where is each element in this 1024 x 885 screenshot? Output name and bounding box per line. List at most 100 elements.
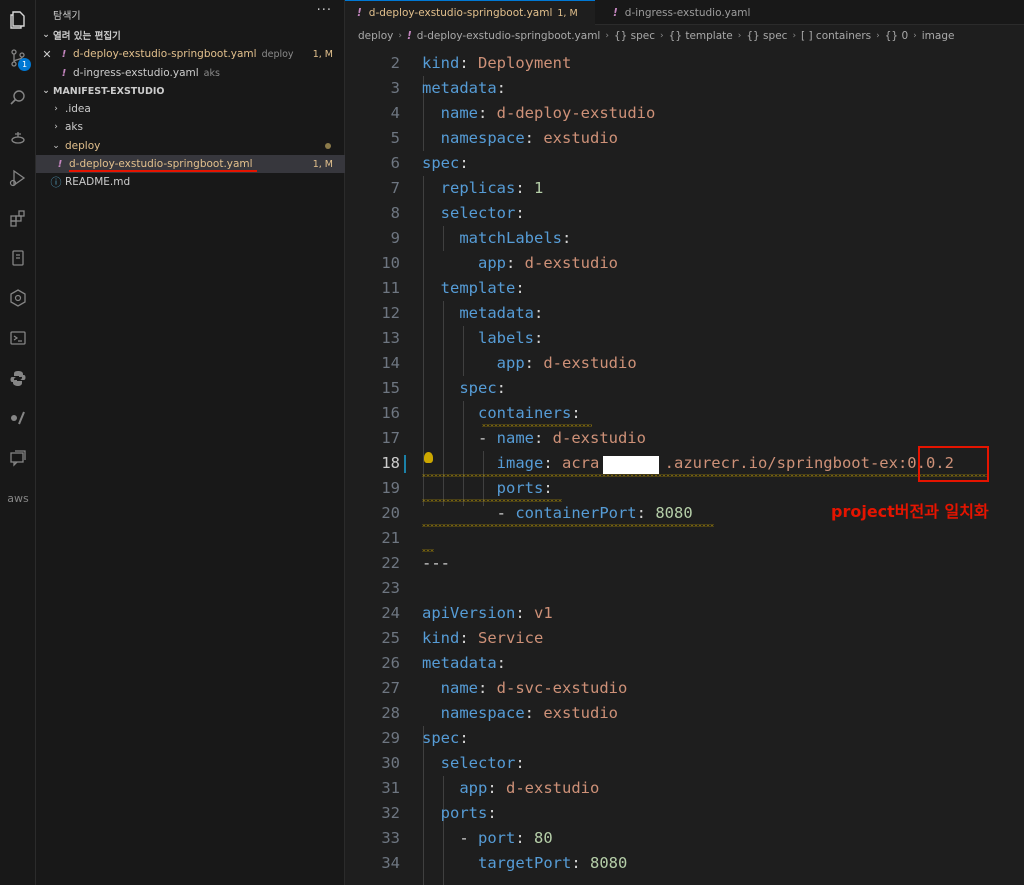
code-token: d-exstudio	[524, 254, 618, 272]
run-debug-icon[interactable]	[0, 158, 36, 198]
code-line[interactable]: 5 namespace: exstudio	[345, 126, 1024, 151]
code-line[interactable]: 13 labels:	[345, 326, 1024, 351]
remote-icon[interactable]	[0, 398, 36, 438]
extensions-icon[interactable]	[0, 198, 36, 238]
code-line[interactable]: 21	[345, 526, 1024, 551]
code-text: apiVersion: v1	[422, 601, 553, 626]
modified-line-indicator	[404, 455, 406, 473]
open-editor-item[interactable]: ! d-ingress-exstudio.yaml aks	[36, 64, 345, 82]
code-line[interactable]: 31 app: d-exstudio	[345, 776, 1024, 801]
code-line[interactable]: 30 selector:	[345, 751, 1024, 776]
code-token: :	[487, 804, 497, 822]
tab-deploy-yaml[interactable]: ! d-deploy-exstudio-springboot.yaml 1, M	[345, 0, 595, 25]
breadcrumb-item[interactable]: deploy	[358, 30, 393, 42]
code-line[interactable]: 9 matchLabels:	[345, 226, 1024, 251]
code-token: -	[422, 429, 497, 447]
workspace-header[interactable]: ⌄ MANIFEST-EXSTUDIO	[36, 82, 345, 100]
code-line[interactable]: 4 name: d-deploy-exstudio	[345, 101, 1024, 126]
genie-icon[interactable]	[0, 118, 36, 158]
tree-folder[interactable]: ⌄ deploy	[36, 137, 345, 155]
chevron-down-icon: ⌄	[42, 30, 50, 40]
version-highlight-box	[918, 446, 989, 482]
breadcrumb-item[interactable]: {} spec	[746, 30, 787, 42]
comments-icon[interactable]	[0, 438, 36, 478]
code-line[interactable]: 11 template:	[345, 276, 1024, 301]
explorer-icon[interactable]	[0, 0, 36, 40]
code-line[interactable]: 34 targetPort: 8080	[345, 851, 1024, 876]
open-editors-header[interactable]: ⌄ 열려 있는 편집기	[36, 26, 345, 44]
code-token: :	[459, 154, 469, 172]
code-line[interactable]: 10 app: d-exstudio	[345, 251, 1024, 276]
line-number: 31	[381, 779, 400, 797]
code-token: v1	[534, 604, 553, 622]
more-actions-icon[interactable]: ···	[317, 3, 332, 18]
open-editor-item[interactable]: ✕ ! d-deploy-exstudio-springboot.yaml de…	[36, 45, 345, 63]
info-file-icon: ⓘ	[50, 176, 62, 189]
code-line[interactable]: 3 metadata:	[345, 76, 1024, 101]
code-token: containers	[478, 404, 572, 422]
code-token: :	[515, 754, 525, 772]
python-icon[interactable]	[0, 358, 36, 398]
code-line[interactable]: 32 ports:	[345, 801, 1024, 826]
tree-folder[interactable]: › aks	[36, 118, 345, 136]
line-number: 33	[381, 829, 400, 847]
code-text: image: acra .azurecr.io/springboot-ex:0.…	[422, 451, 954, 476]
breadcrumb-item[interactable]: d-deploy-exstudio-springboot.yaml	[417, 30, 601, 42]
explorer-title: 탐색기	[53, 11, 81, 22]
breadcrumb-item[interactable]: {} template	[669, 30, 733, 42]
tree-file[interactable]: ⓘ README.md	[36, 173, 345, 191]
yaml-file-icon: !	[406, 30, 412, 42]
code-line[interactable]: 15 spec:	[345, 376, 1024, 401]
code-token: selector	[440, 204, 516, 222]
tree-folder[interactable]: › .idea	[36, 100, 345, 118]
code-text: template:	[422, 276, 525, 301]
breadcrumb-item-image[interactable]: image	[922, 30, 955, 42]
code-line[interactable]: 7 replicas: 1	[345, 176, 1024, 201]
code-line[interactable]: 22 ---	[345, 551, 1024, 576]
code-line[interactable]: 16 containers:	[345, 401, 1024, 426]
code-line[interactable]: 25 kind: Service	[345, 626, 1024, 651]
code-line[interactable]: 6 spec:	[345, 151, 1024, 176]
code-line[interactable]: 12 metadata:	[345, 301, 1024, 326]
breadcrumb-item[interactable]: {} spec	[614, 30, 655, 42]
code-line[interactable]: 33 - port: 80	[345, 826, 1024, 851]
code-token: d-svc-exstudio	[496, 679, 628, 697]
close-icon[interactable]: ✕	[36, 48, 58, 61]
code-line[interactable]: 28 namespace: exstudio	[345, 701, 1024, 726]
line-number: 9	[390, 229, 400, 247]
code-line[interactable]: 23	[345, 576, 1024, 601]
search-icon[interactable]	[0, 78, 36, 118]
code-line[interactable]: 14 app: d-exstudio	[345, 351, 1024, 376]
line-number: 28	[381, 704, 400, 722]
breadcrumb-item[interactable]: [ ] containers	[801, 30, 871, 42]
source-control-icon[interactable]: 1	[0, 38, 36, 78]
code-line[interactable]: 2 kind: Deployment	[345, 51, 1024, 76]
code-line[interactable]: 24 apiVersion: v1	[345, 601, 1024, 626]
code-token: :	[524, 354, 544, 372]
code-line[interactable]: 26 metadata:	[345, 651, 1024, 676]
code-text: - port: 80	[422, 826, 552, 851]
code-token: namespace	[440, 704, 525, 722]
code-text: selector:	[422, 201, 525, 226]
terminal-icon[interactable]	[0, 318, 36, 358]
code-token: :	[534, 329, 544, 347]
code-line[interactable]: 27 name: d-svc-exstudio	[345, 676, 1024, 701]
code-token: :	[515, 604, 534, 622]
lightbulb-icon[interactable]	[424, 452, 433, 463]
aws-icon[interactable]: aws	[0, 478, 36, 518]
code-line[interactable]: 29 spec:	[345, 726, 1024, 751]
line-number: 16	[381, 404, 400, 422]
line-number: 11	[381, 279, 400, 297]
code-text: metadata:	[422, 301, 543, 326]
code-token: namespace	[440, 129, 525, 147]
breadcrumb-item[interactable]: {} 0	[885, 30, 908, 42]
tab-ingress-yaml[interactable]: ! d-ingress-exstudio.yaml	[601, 0, 771, 25]
code-line[interactable]: 8 selector:	[345, 201, 1024, 226]
annotation-text: project버전과 일치화	[831, 502, 989, 521]
notebook-icon[interactable]	[0, 238, 36, 278]
kubernetes-icon[interactable]	[0, 278, 36, 318]
